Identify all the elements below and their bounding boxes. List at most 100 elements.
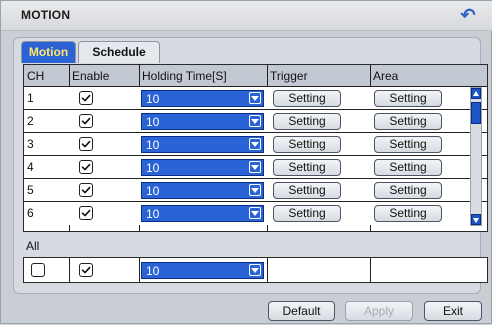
holding-time-value: 10 <box>146 161 160 175</box>
chevron-down-icon <box>249 138 261 150</box>
checkmark-icon <box>81 209 91 217</box>
all-holding-time-value: 10 <box>146 264 160 278</box>
table-header: CH Enable Holding Time[S] Trigger Area <box>24 65 487 87</box>
trigger-setting-button[interactable]: Setting <box>273 159 341 176</box>
select-all-checkbox[interactable] <box>31 263 45 277</box>
apply-button[interactable]: Apply <box>345 301 413 321</box>
area-setting-button[interactable]: Setting <box>374 159 442 176</box>
holding-time-select[interactable]: 10 <box>141 113 264 130</box>
area-setting-button[interactable]: Setting <box>374 205 442 222</box>
row-ch: 5 <box>27 183 34 197</box>
table-row: 2 10 Setting Setting <box>24 110 487 133</box>
chevron-down-icon <box>249 207 261 219</box>
all-enable-checkbox[interactable] <box>79 263 93 277</box>
header-enable: Enable <box>72 69 110 83</box>
row-ch: 1 <box>27 91 34 105</box>
trigger-setting-button[interactable]: Setting <box>273 205 341 222</box>
checkmark-icon <box>81 186 91 194</box>
row-ch: 2 <box>27 114 34 128</box>
chevron-down-icon <box>249 115 261 127</box>
all-holding-time-select[interactable]: 10 <box>141 262 264 279</box>
trigger-setting-button[interactable]: Setting <box>273 136 341 153</box>
all-holding-cell: 10 <box>139 258 267 282</box>
checkmark-icon <box>81 140 91 148</box>
scrollbar-thumb[interactable] <box>471 102 481 124</box>
table-row: 4 10 Setting Setting <box>24 156 487 179</box>
row-ch: 4 <box>27 160 34 174</box>
header-trigger: Trigger <box>270 69 308 83</box>
row-ch: 3 <box>27 137 34 151</box>
holding-time-select[interactable]: 10 <box>141 182 264 199</box>
checkmark-icon <box>81 266 91 274</box>
trigger-cell: Setting <box>267 110 370 133</box>
row-ch: 6 <box>27 206 34 220</box>
all-ch-cell <box>24 258 69 282</box>
default-button[interactable]: Default <box>268 301 335 321</box>
enable-checkbox[interactable] <box>79 160 93 174</box>
back-arrow-icon[interactable]: ↶ <box>457 4 479 26</box>
table-scrollbar[interactable] <box>470 87 482 226</box>
trigger-setting-button[interactable]: Setting <box>273 182 341 199</box>
trigger-setting-button[interactable]: Setting <box>273 90 341 107</box>
title-bar: MOTION ↶ <box>1 1 492 31</box>
holding-time-select[interactable]: 10 <box>141 136 264 153</box>
enable-checkbox[interactable] <box>79 137 93 151</box>
holding-time-select[interactable]: 10 <box>141 159 264 176</box>
holding-time-select[interactable]: 10 <box>141 90 264 107</box>
all-enable-cell <box>69 258 139 282</box>
holding-time-value: 10 <box>146 184 160 198</box>
holding-time-value: 10 <box>146 115 160 129</box>
scroll-down-icon[interactable] <box>471 214 481 225</box>
trigger-cell: Setting <box>267 156 370 179</box>
holding-cell: 10 <box>139 133 267 156</box>
area-setting-button[interactable]: Setting <box>374 113 442 130</box>
trigger-setting-button[interactable]: Setting <box>273 113 341 130</box>
area-setting-button[interactable]: Setting <box>374 182 442 199</box>
tab-schedule[interactable]: Schedule <box>78 41 160 63</box>
trigger-cell: Setting <box>267 133 370 156</box>
column-divider <box>370 258 371 282</box>
area-setting-button[interactable]: Setting <box>374 90 442 107</box>
table-row: 3 10 Setting Setting <box>24 133 487 156</box>
enable-cell <box>69 110 139 133</box>
enable-cell <box>69 202 139 225</box>
holding-time-value: 10 <box>146 92 160 106</box>
enable-checkbox[interactable] <box>79 91 93 105</box>
holding-cell: 10 <box>139 87 267 110</box>
chevron-down-icon <box>249 92 261 104</box>
trigger-cell: Setting <box>267 87 370 110</box>
checkmark-icon <box>81 163 91 171</box>
area-setting-button[interactable]: Setting <box>374 136 442 153</box>
chevron-down-icon <box>249 264 261 276</box>
header-area: Area <box>373 69 399 83</box>
holding-time-select[interactable]: 10 <box>141 205 264 222</box>
trigger-cell: Setting <box>267 179 370 202</box>
scroll-up-icon[interactable] <box>471 88 481 99</box>
checkmark-icon <box>81 117 91 125</box>
enable-cell <box>69 156 139 179</box>
enable-checkbox[interactable] <box>79 114 93 128</box>
holding-cell: 10 <box>139 202 267 225</box>
holding-time-value: 10 <box>146 207 160 221</box>
all-row: 10 <box>23 257 488 283</box>
holding-time-value: 10 <box>146 138 160 152</box>
checkmark-icon <box>81 94 91 102</box>
enable-checkbox[interactable] <box>79 183 93 197</box>
footer: Default Apply Exit <box>1 298 492 325</box>
header-holding-time: Holding Time[S] <box>142 69 227 83</box>
tab-motion[interactable]: Motion <box>21 41 76 63</box>
holding-cell: 10 <box>139 179 267 202</box>
all-label: All <box>26 239 40 253</box>
column-divider <box>267 258 268 282</box>
holding-cell: 10 <box>139 110 267 133</box>
enable-cell <box>69 133 139 156</box>
header-ch: CH <box>27 69 45 83</box>
exit-button[interactable]: Exit <box>424 301 482 321</box>
holding-cell: 10 <box>139 156 267 179</box>
enable-cell <box>69 179 139 202</box>
motion-window: MOTION ↶ Motion Schedule CH Enable Holdi… <box>0 0 492 324</box>
table-row: 1 10 Setting Setting <box>24 87 487 110</box>
table-row: 5 10 Setting Setting <box>24 179 487 202</box>
trigger-cell: Setting <box>267 202 370 225</box>
enable-checkbox[interactable] <box>79 206 93 220</box>
